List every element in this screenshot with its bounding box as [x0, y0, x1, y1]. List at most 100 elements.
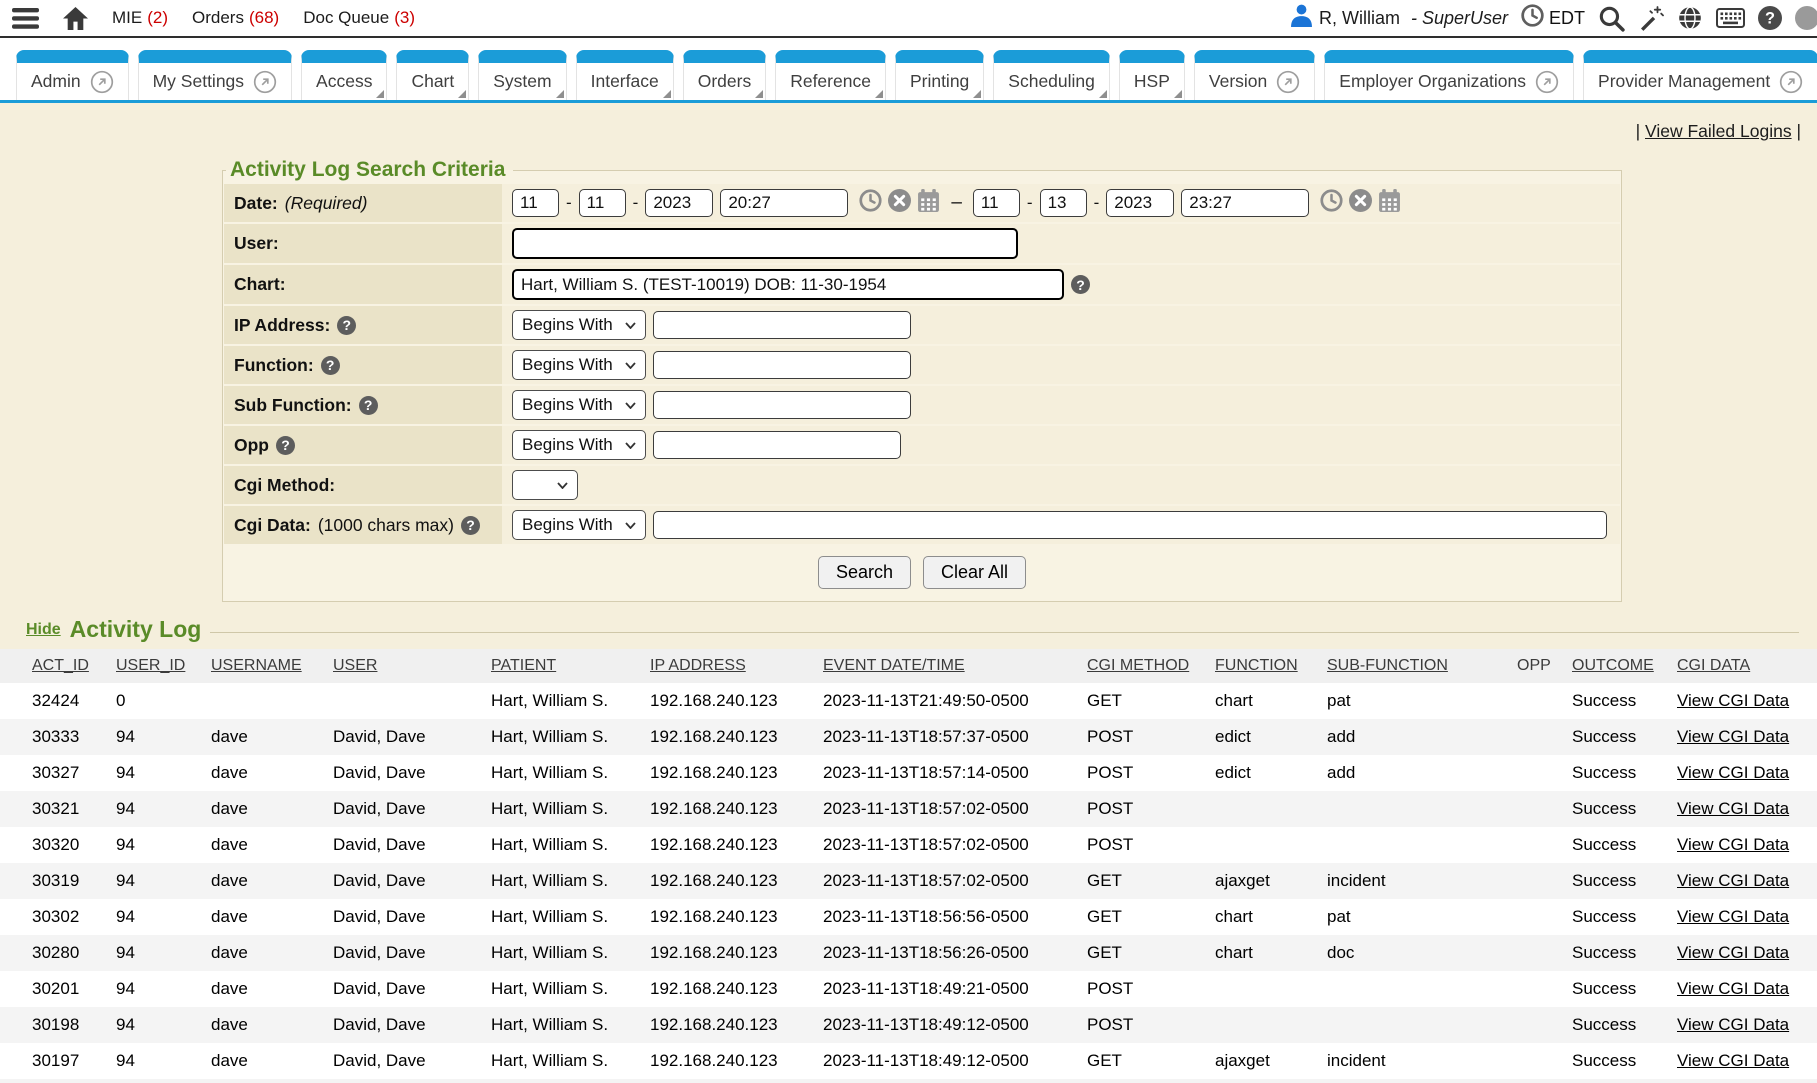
view-cgi-data-link[interactable]: View CGI Data	[1677, 907, 1789, 926]
tab-admin[interactable]: Admin	[16, 50, 129, 100]
cgi-method-select[interactable]	[512, 470, 578, 500]
calendar-icon[interactable]	[917, 189, 940, 217]
cell-cgi-method: POST	[1081, 1007, 1209, 1043]
ip-address-match-select[interactable]: Begins With	[512, 310, 646, 340]
sub-function-match-select[interactable]: Begins With	[512, 390, 646, 420]
user-input[interactable]	[512, 228, 1018, 259]
date-from-month-input[interactable]	[512, 189, 559, 217]
col-cgi-method[interactable]: CGI METHOD	[1081, 649, 1209, 683]
chart-input[interactable]	[512, 269, 1064, 300]
view-cgi-data-link[interactable]: View CGI Data	[1677, 1051, 1789, 1070]
col-act-id[interactable]: ACT_ID	[0, 649, 110, 683]
cell-act-id: 30280	[0, 935, 110, 971]
date-from-year-input[interactable]	[645, 189, 713, 217]
chart-help-icon[interactable]	[1071, 275, 1090, 294]
tab-printing[interactable]: Printing	[895, 50, 984, 100]
cgi-data-help-icon[interactable]	[461, 516, 480, 535]
ip-address-help-icon[interactable]	[337, 316, 356, 335]
col-function[interactable]: FUNCTION	[1209, 649, 1321, 683]
clear-date-icon[interactable]	[1349, 189, 1372, 217]
cgi-data-input[interactable]	[653, 511, 1607, 539]
date-to-month-input[interactable]	[973, 189, 1020, 217]
cell-ip-address: 192.168.240.123	[644, 1043, 817, 1079]
view-cgi-data-link[interactable]: View CGI Data	[1677, 763, 1789, 782]
col-ip-address[interactable]: IP ADDRESS	[644, 649, 817, 683]
col-user-id[interactable]: USER_ID	[110, 649, 205, 683]
tab-scheduling[interactable]: Scheduling	[993, 50, 1110, 100]
opp-match-select[interactable]: Begins With	[512, 430, 646, 460]
search-button[interactable]: Search	[818, 556, 911, 589]
col-patient[interactable]: PATIENT	[485, 649, 644, 683]
tab-provider-management[interactable]: Provider Management	[1583, 50, 1817, 100]
timezone-control[interactable]: EDT	[1521, 4, 1585, 32]
tab-my-settings[interactable]: My Settings	[138, 50, 292, 100]
cell-sub-function: pat	[1321, 683, 1511, 719]
opp-input[interactable]	[653, 431, 901, 459]
view-cgi-data-link[interactable]: View CGI Data	[1677, 1015, 1789, 1034]
nav-doc-queue[interactable]: Doc Queue (3)	[303, 8, 415, 28]
date-to-year-input[interactable]	[1106, 189, 1174, 217]
tab-orders[interactable]: Orders	[683, 50, 766, 100]
hamburger-menu-icon[interactable]	[12, 8, 39, 29]
col-event-datetime[interactable]: EVENT DATE/TIME	[817, 649, 1081, 683]
time-from-input[interactable]	[720, 189, 848, 217]
hide-log-link[interactable]: Hide	[26, 621, 61, 639]
keyboard-icon[interactable]	[1716, 8, 1745, 28]
external-link-icon	[1276, 70, 1300, 94]
opp-help-icon[interactable]	[276, 436, 295, 455]
tab-hsp[interactable]: HSP	[1119, 50, 1185, 100]
nav-orders[interactable]: Orders (68)	[192, 8, 279, 28]
tab-reference[interactable]: Reference	[775, 50, 886, 100]
cell-user: David, Dave	[327, 899, 485, 935]
view-cgi-data-link[interactable]: View CGI Data	[1677, 799, 1789, 818]
col-sub-function[interactable]: SUB-FUNCTION	[1321, 649, 1511, 683]
time-to-input[interactable]	[1181, 189, 1309, 217]
view-cgi-data-link[interactable]: View CGI Data	[1677, 691, 1789, 710]
function-input[interactable]	[653, 351, 911, 379]
tab-interface[interactable]: Interface	[576, 50, 674, 100]
sub-function-help-icon[interactable]	[359, 396, 378, 415]
tab-system[interactable]: System	[478, 50, 566, 100]
col-outcome[interactable]: OUTCOME	[1566, 649, 1671, 683]
cgi-data-match-select[interactable]: Begins With	[512, 510, 646, 540]
view-cgi-data-link[interactable]: View CGI Data	[1677, 871, 1789, 890]
ip-address-input[interactable]	[653, 311, 911, 339]
clock-picker-icon[interactable]	[859, 189, 882, 217]
clear-date-icon[interactable]	[888, 189, 911, 217]
view-cgi-data-link[interactable]: View CGI Data	[1677, 943, 1789, 962]
tab-version[interactable]: Version	[1194, 50, 1315, 100]
clear-all-button[interactable]: Clear All	[923, 556, 1026, 589]
search-icon[interactable]	[1598, 5, 1625, 32]
sub-function-input[interactable]	[653, 391, 911, 419]
cell-act-id: 30319	[0, 863, 110, 899]
clock-picker-icon[interactable]	[1320, 189, 1343, 217]
cell-user: David, Dave	[327, 935, 485, 971]
col-user[interactable]: USER	[327, 649, 485, 683]
tab-employer-organizations[interactable]: Employer Organizations	[1324, 50, 1574, 100]
view-cgi-data-link[interactable]: View CGI Data	[1677, 835, 1789, 854]
globe-icon[interactable]	[1677, 5, 1703, 31]
tab-label: Scheduling	[1008, 71, 1095, 92]
form-row-chart: Chart:	[224, 265, 1620, 304]
date-to-day-input[interactable]	[1040, 189, 1087, 217]
col-username[interactable]: USERNAME	[205, 649, 327, 683]
cell-user-id: 94	[110, 755, 205, 791]
truncated-icon[interactable]	[1795, 6, 1817, 30]
function-match-select[interactable]: Begins With	[512, 350, 646, 380]
view-failed-logins-link[interactable]: View Failed Logins	[1645, 121, 1792, 141]
view-cgi-data-link[interactable]: View CGI Data	[1677, 727, 1789, 746]
col-cgi-data[interactable]: CGI DATA	[1671, 649, 1817, 683]
home-icon[interactable]	[63, 7, 88, 30]
tab-chart[interactable]: Chart	[396, 50, 469, 100]
magic-wand-icon[interactable]	[1638, 5, 1664, 31]
tab-access[interactable]: Access	[301, 50, 387, 100]
nav-mie[interactable]: MIE (2)	[112, 8, 168, 28]
user-menu[interactable]: R, William - SuperUser	[1291, 4, 1508, 32]
help-icon[interactable]: ?	[1758, 6, 1782, 30]
function-help-icon[interactable]	[321, 356, 340, 375]
cell-patient: Hart, William S.	[485, 791, 644, 827]
date-from-day-input[interactable]	[579, 189, 626, 217]
view-cgi-data-link[interactable]: View CGI Data	[1677, 979, 1789, 998]
cell-user: David, Dave	[327, 971, 485, 1007]
calendar-icon[interactable]	[1378, 189, 1401, 217]
